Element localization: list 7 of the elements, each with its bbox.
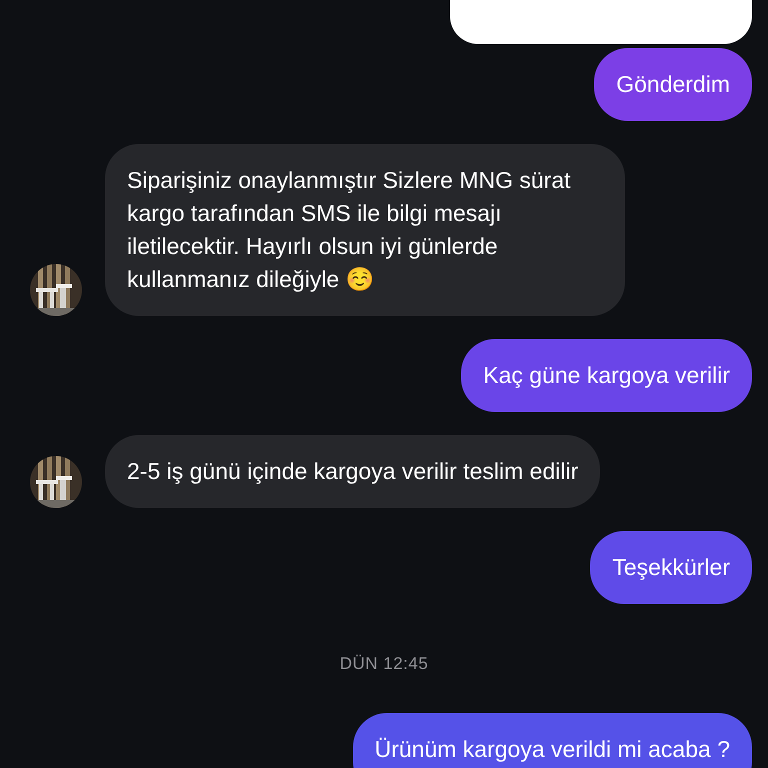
timestamp: DÜN 12:45 (340, 654, 428, 674)
received-message: 2-5 iş günü içinde kargoya verilir teslim edilir (105, 435, 600, 508)
sent-message: Gönderdim (594, 48, 752, 121)
received-message: Siparişiniz onaylanmıştır Sizlere MNG sürat kargo tarafından SMS ile bilgi mesajı iletilecektir. Hayırlı olsun iyi günlerde kullanmanız dileğiyle ☺ (105, 144, 625, 316)
sent-message: Kaç güne kargoya verilir (461, 339, 752, 412)
sent-message: Teşekkürler (590, 531, 752, 604)
sent-message: Ürünüm kargoya verildi mi acaba ? (352, 713, 752, 768)
